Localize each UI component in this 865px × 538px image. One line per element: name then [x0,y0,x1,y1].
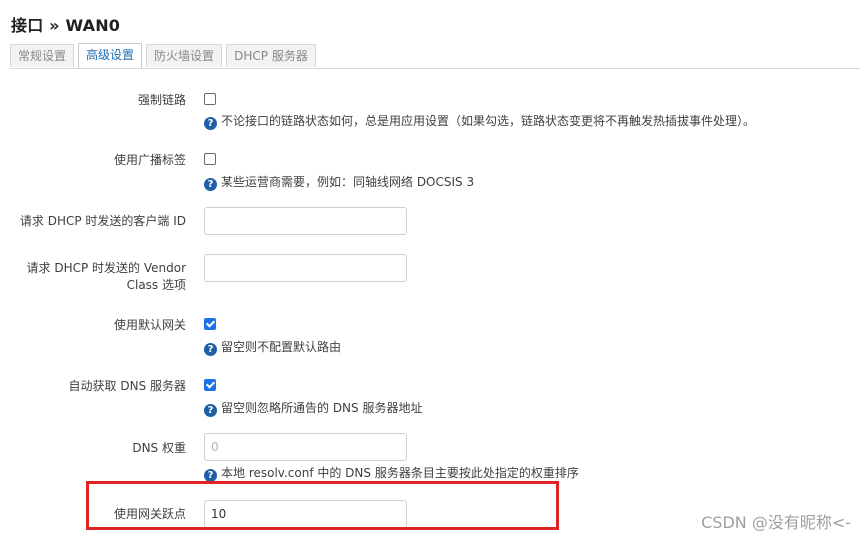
tab-advanced-settings[interactable]: 高级设置 [78,43,142,68]
dns-weight-label: DNS 权重 [132,441,186,455]
peer-dns-checkbox[interactable] [204,379,216,391]
tab-bar: 常规设置 高级设置 防火墙设置 DHCP 服务器 [10,43,860,69]
force-link-label: 强制链路 [137,93,186,107]
force-link-checkbox[interactable] [204,93,216,105]
client-id-input[interactable] [204,207,407,235]
default-gateway-help-text: 留空则不配置默认路由 [221,340,342,354]
dns-weight-input[interactable] [204,433,407,461]
client-id-label: 请求 DHCP 时发送的客户端 ID [19,214,186,228]
help-icon: ? [204,117,217,130]
broadcast-flag-checkbox[interactable] [204,153,216,165]
tab-general-settings[interactable]: 常规设置 [10,44,74,67]
highlight-box [86,481,559,530]
peer-dns-label: 自动获取 DNS 服务器 [68,379,186,393]
vendor-class-label: 请求 DHCP 时发送的 Vendor Class 选项 [0,260,186,294]
broadcast-flag-help-text: 某些运营商需要，例如：同轴线网络 DOCSIS 3 [221,175,475,189]
peer-dns-help: ? 留空则忽略所通告的 DNS 服务器地址 [204,400,422,417]
broadcast-flag-help: ? 某些运营商需要，例如：同轴线网络 DOCSIS 3 [204,174,474,191]
force-link-help: ? 不论接口的链路状态如何，总是用应用设置（如果勾选，链路状态变更将不再触发热插拔… [204,113,755,130]
tab-dhcp-server[interactable]: DHCP 服务器 [226,44,316,67]
vendor-class-label-line2: Class 选项 [126,278,186,292]
default-gateway-help: ? 留空则不配置默认路由 [204,339,341,356]
force-link-help-text: 不论接口的链路状态如何，总是用应用设置（如果勾选，链路状态变更将不再触发热插拔事… [221,114,756,128]
help-icon: ? [204,343,217,356]
dns-weight-help-text: 本地 resolv.conf 中的 DNS 服务器条目主要按此处指定的权重排序 [221,466,579,480]
default-gateway-checkbox[interactable] [204,318,216,330]
help-icon: ? [204,178,217,191]
tab-firewall-settings[interactable]: 防火墙设置 [146,44,222,67]
default-gateway-label: 使用默认网关 [113,318,186,332]
dns-weight-help: ? 本地 resolv.conf 中的 DNS 服务器条目主要按此处指定的权重排序 [204,465,579,482]
help-icon: ? [204,404,217,417]
page-title: 接口 » WAN0 [11,16,121,35]
vendor-class-input[interactable] [204,254,407,282]
watermark: CSDN @没有昵称<- [701,513,851,532]
broadcast-flag-label: 使用广播标签 [113,153,186,167]
vendor-class-label-line1: 请求 DHCP 时发送的 Vendor [26,261,186,275]
peer-dns-help-text: 留空则忽略所通告的 DNS 服务器地址 [221,401,423,415]
